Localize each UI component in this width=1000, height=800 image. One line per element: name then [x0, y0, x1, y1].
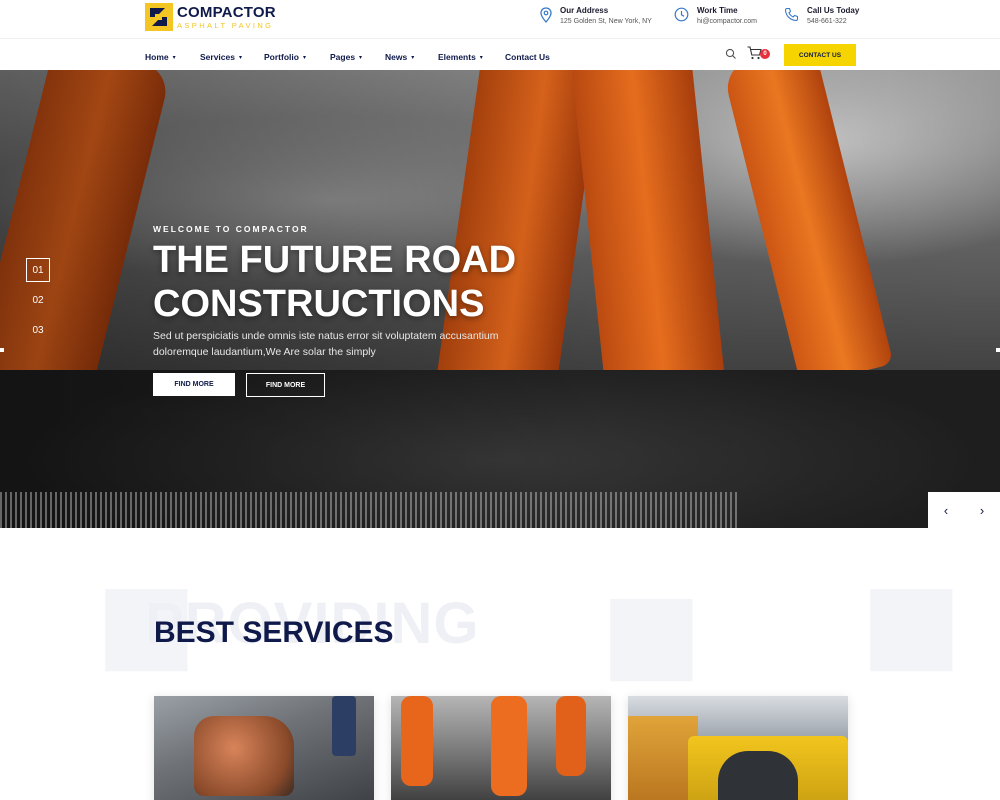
hero-title-line2: CONSTRUCTIONS — [153, 283, 485, 325]
phone-value[interactable]: 548-661-322 — [807, 16, 859, 27]
chevron-right-icon: › — [979, 502, 985, 518]
nav-contact-label: Contact Us — [505, 52, 550, 62]
slider-navigation: ‹ › — [928, 492, 1000, 528]
edge-marker — [996, 348, 1000, 352]
edge-marker — [0, 348, 4, 352]
logo-icon — [145, 3, 173, 31]
service-card-compactor[interactable] — [154, 696, 374, 800]
logo-tagline: ASPHALT PAVING — [177, 20, 274, 30]
chevron-down-icon: ▾ — [359, 54, 363, 61]
hero-description: Sed ut perspiciatis unde omnis iste natu… — [153, 330, 499, 358]
service-card-image — [332, 696, 356, 756]
service-card-image — [401, 696, 433, 786]
section-title-highlight: SERVICES — [242, 616, 394, 649]
work-time-title: Work Time — [697, 6, 738, 15]
service-card-image — [194, 716, 294, 796]
find-more-button[interactable]: FIND MORE — [153, 373, 235, 396]
service-card-paver[interactable] — [628, 696, 848, 800]
nav-pages[interactable]: Pages ▾ — [330, 52, 362, 62]
find-more-outline-button[interactable]: FIND MORE — [246, 373, 325, 397]
chevron-down-icon: ▾ — [238, 54, 242, 61]
nav-elements-label: Elements — [438, 52, 476, 62]
address-info: Our Address 125 Golden St, New York, NY — [540, 5, 652, 27]
work-time-value: hi@compactor.com — [697, 18, 758, 25]
service-card-image — [718, 751, 798, 800]
map-pin-icon — [540, 7, 552, 23]
nav-home-label: Home — [145, 52, 169, 62]
main-nav: Home ▾ Services ▾ Portfolio ▾ Pages ▾ News ▾ … — [0, 38, 1000, 70]
phone-info: Call Us Today 548-661-322 — [784, 5, 859, 27]
hero-slider: 01 02 03 WELCOME TO COMPACTOR THE FUTURE… — [0, 70, 1000, 528]
search-button[interactable] — [725, 47, 737, 65]
clock-icon — [674, 7, 689, 22]
nav-news-label: News — [385, 52, 408, 62]
slide-indicator-2[interactable]: 02 — [26, 288, 50, 312]
next-slide-button[interactable]: › — [964, 492, 1000, 528]
contact-us-button[interactable]: CONTACT US — [784, 44, 856, 66]
service-card-workers[interactable] — [391, 696, 611, 800]
decorative-background-shape: ■ — [860, 528, 963, 718]
logo-name: COMPACTOR — [177, 3, 276, 21]
top-bar: COMPACTOR ASPHALT PAVING Our Address 125… — [0, 0, 1000, 38]
service-card-image — [491, 696, 527, 796]
hero-title: THE FUTURE ROAD CONSTRUCTIONS — [153, 238, 673, 326]
address-value: 125 Golden St, New York, NY — [560, 18, 652, 25]
section-title-part1: BEST — [154, 616, 235, 649]
cart-count-badge: 0 — [760, 49, 770, 59]
search-icon — [725, 48, 736, 59]
chevron-down-icon: ▾ — [411, 54, 415, 61]
hero-title-line1: THE FUTURE ROAD — [153, 239, 517, 281]
slide-indicator-1[interactable]: 01 — [26, 258, 50, 282]
logo[interactable]: COMPACTOR ASPHALT PAVING — [145, 3, 276, 31]
nav-portfolio-label: Portfolio — [264, 52, 299, 62]
chevron-down-icon: ▾ — [479, 54, 483, 61]
nav-contact[interactable]: Contact Us — [505, 52, 550, 62]
service-card-image — [556, 696, 586, 776]
chevron-down-icon: ▾ — [172, 54, 176, 61]
hero-kicker: WELCOME TO COMPACTOR — [153, 224, 309, 234]
nav-services-label: Services — [200, 52, 235, 62]
nav-elements[interactable]: Elements ▾ — [438, 52, 483, 62]
nav-portfolio[interactable]: Portfolio ▾ — [264, 52, 306, 62]
decorative-background-shape: ■ — [600, 538, 703, 728]
services-section: ■ ■ ■ PROVIDING BEST SERVICES — [0, 528, 1000, 800]
nav-services[interactable]: Services ▾ — [200, 52, 242, 62]
hero-stripes-decoration — [0, 492, 740, 528]
nav-pages-label: Pages — [330, 52, 356, 62]
chevron-down-icon: ▾ — [302, 54, 306, 61]
nav-home[interactable]: Home ▾ — [145, 52, 176, 62]
nav-news[interactable]: News ▾ — [385, 52, 414, 62]
slide-indicator-3[interactable]: 03 — [26, 318, 50, 342]
phone-title: Call Us Today — [807, 6, 860, 15]
chevron-left-icon: ‹ — [943, 502, 949, 518]
address-title: Our Address — [560, 6, 609, 15]
work-time-info: Work Time hi@compactor.com — [674, 5, 757, 27]
phone-icon — [784, 7, 799, 22]
section-title: BEST SERVICES — [154, 616, 394, 650]
prev-slide-button[interactable]: ‹ — [928, 492, 964, 528]
